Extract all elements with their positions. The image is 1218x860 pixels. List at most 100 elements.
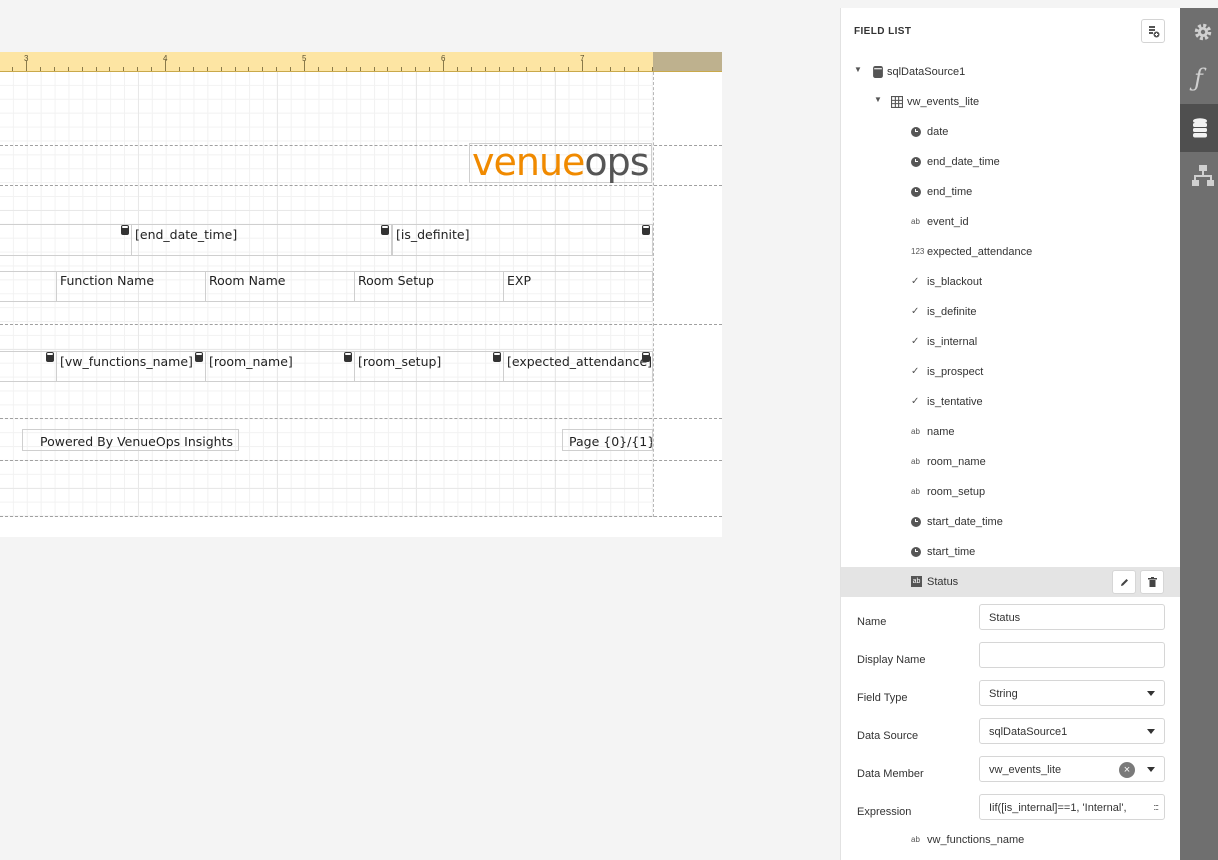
field-label: is_prospect — [927, 366, 984, 378]
edit-field-button[interactable] — [1112, 570, 1136, 594]
ruler-tick — [484, 67, 486, 71]
add-calculated-field-button[interactable] — [1141, 19, 1165, 43]
ruler-tick — [53, 67, 55, 71]
field-label: start_date_time — [927, 516, 1003, 528]
group-header-cell[interactable] — [0, 224, 132, 256]
detail-room-setup[interactable]: [room_setup] — [354, 351, 504, 382]
chevron-down-icon[interactable]: ▼ — [854, 65, 862, 74]
column-header-function-name[interactable]: Function Name — [56, 271, 206, 302]
clock-icon — [911, 157, 921, 167]
column-header-cell[interactable] — [0, 271, 57, 302]
field-label: room_name — [927, 456, 986, 468]
chevron-down-icon[interactable] — [1147, 767, 1155, 772]
function-icon: ƒ — [1194, 64, 1203, 92]
ruler-tick — [12, 67, 14, 71]
tree-item-field[interactable]: ab room_setup — [841, 477, 1181, 507]
tree-item-field[interactable]: ✓ is_internal — [841, 327, 1181, 357]
field-list-tab-button[interactable] — [1180, 104, 1218, 152]
tree-item-table[interactable]: ▼ vw_events_lite — [841, 87, 1181, 117]
checkmark-icon: ✓ — [911, 276, 920, 287]
tree-item-field[interactable]: ab room_name — [841, 447, 1181, 477]
gear-icon — [1194, 23, 1212, 41]
tree-item-field[interactable]: date — [841, 117, 1181, 147]
tree-item-field[interactable]: ab event_id — [841, 207, 1181, 237]
expression-input[interactable]: Iif([is_internal]==1, 'Internal', ::: — [979, 794, 1165, 820]
delete-field-button[interactable] — [1140, 570, 1164, 594]
properties-tab-button[interactable] — [1180, 8, 1218, 56]
ruler-tick — [95, 67, 97, 71]
checkmark-icon: ✓ — [911, 336, 920, 347]
column-header-exp[interactable]: EXP — [503, 271, 653, 302]
detail-vw-functions-name[interactable]: [vw_functions_name] — [56, 351, 206, 382]
clock-icon — [911, 127, 921, 137]
prop-row-display-name: Display Name — [841, 642, 1181, 680]
ruler-tick — [554, 67, 556, 71]
tree-item-field[interactable]: start_time — [841, 537, 1181, 567]
database-icon — [195, 352, 203, 362]
tree-item-field[interactable]: ✓ is_blackout — [841, 267, 1181, 297]
database-icon — [121, 225, 129, 235]
detail-expected-attendance[interactable]: [expected_attendance] — [503, 351, 653, 382]
tree-item-field[interactable]: ✓ is_definite — [841, 297, 1181, 327]
tree-item-field[interactable]: end_time — [841, 177, 1181, 207]
powered-by-label[interactable]: Powered By VenueOps Insights — [22, 429, 239, 451]
add-field-icon — [1149, 26, 1160, 38]
report-design-surface[interactable]: venueops [end_date_time] [is_definite] F… — [0, 72, 722, 537]
ruler-tick — [568, 67, 570, 71]
tree-item-field[interactable]: 123 expected_attendance — [841, 237, 1181, 267]
expressions-tab-button[interactable]: ƒ — [1180, 56, 1218, 104]
tree-item-field[interactable]: start_date_time — [841, 507, 1181, 537]
tree-item-field[interactable]: ab vw_functions_name — [841, 825, 1181, 855]
table-icon — [891, 96, 903, 108]
database-icon — [344, 352, 352, 362]
tree-item-field[interactable]: end_date_time — [841, 147, 1181, 177]
data-member-select[interactable]: vw_events_lite × — [979, 756, 1165, 782]
name-input[interactable]: Status — [979, 604, 1165, 630]
end-date-time-field[interactable]: [end_date_time] — [131, 224, 392, 256]
prop-row-data-member: Data Member vw_events_lite × — [841, 756, 1181, 794]
column-header-room-name[interactable]: Room Name — [205, 271, 355, 302]
ruler-tick — [470, 67, 472, 71]
column-header-room-setup[interactable]: Room Setup — [354, 271, 504, 302]
name-label: Name — [857, 616, 887, 628]
display-name-input[interactable] — [979, 642, 1165, 668]
report-explorer-tab-button[interactable] — [1180, 152, 1218, 200]
field-label: name — [927, 426, 955, 438]
ruler-tick — [345, 67, 347, 71]
prop-row-data-source: Data Source sqlDataSource1 — [841, 718, 1181, 756]
tree-item-field[interactable]: ✓ is_tentative — [841, 387, 1181, 417]
ruler-tick — [331, 67, 333, 71]
venueops-logo[interactable]: venueops — [469, 142, 652, 183]
clear-icon[interactable]: × — [1119, 762, 1135, 778]
report-designer: 3 4 5 6 7 venueops [end_date_time] [is_d… — [0, 0, 1218, 860]
ruler-tick — [304, 60, 305, 71]
ruler-tick — [220, 67, 222, 71]
ellipsis-icon[interactable]: ::: — [1153, 802, 1158, 812]
field-type-select[interactable]: String — [979, 680, 1165, 706]
clock-icon — [911, 517, 921, 527]
band-separator — [0, 185, 722, 186]
ruler-tick — [81, 67, 83, 71]
database-icon — [493, 352, 501, 362]
ruler-tick — [178, 67, 180, 71]
chevron-down-icon[interactable] — [1147, 691, 1155, 696]
string-type-icon: ab — [911, 427, 920, 436]
tree-item-field-status[interactable]: ab Status — [841, 567, 1181, 597]
is-definite-field[interactable]: [is_definite] — [392, 224, 653, 256]
ruler-tick — [429, 67, 431, 71]
chevron-down-icon[interactable] — [1147, 729, 1155, 734]
tree-item-field[interactable]: ✓ is_prospect — [841, 357, 1181, 387]
prop-row-name: Name Status — [841, 604, 1181, 642]
ruler-tick — [67, 67, 69, 71]
tree-item-data-source[interactable]: ▼ sqlDataSource1 — [841, 57, 1181, 87]
chevron-down-icon[interactable]: ▼ — [874, 95, 882, 104]
detail-room-name[interactable]: [room_name] — [205, 351, 355, 382]
field-label: end_date_time — [927, 156, 1000, 168]
data-source-select[interactable]: sqlDataSource1 — [979, 718, 1165, 744]
band-separator — [0, 324, 722, 325]
tree-item-field[interactable]: ab name — [841, 417, 1181, 447]
ruler-tick — [165, 60, 166, 71]
ruler-tick — [123, 67, 125, 71]
page-number-label[interactable]: Page {0}/{1} — [562, 429, 653, 451]
field-label: event_id — [927, 216, 969, 228]
